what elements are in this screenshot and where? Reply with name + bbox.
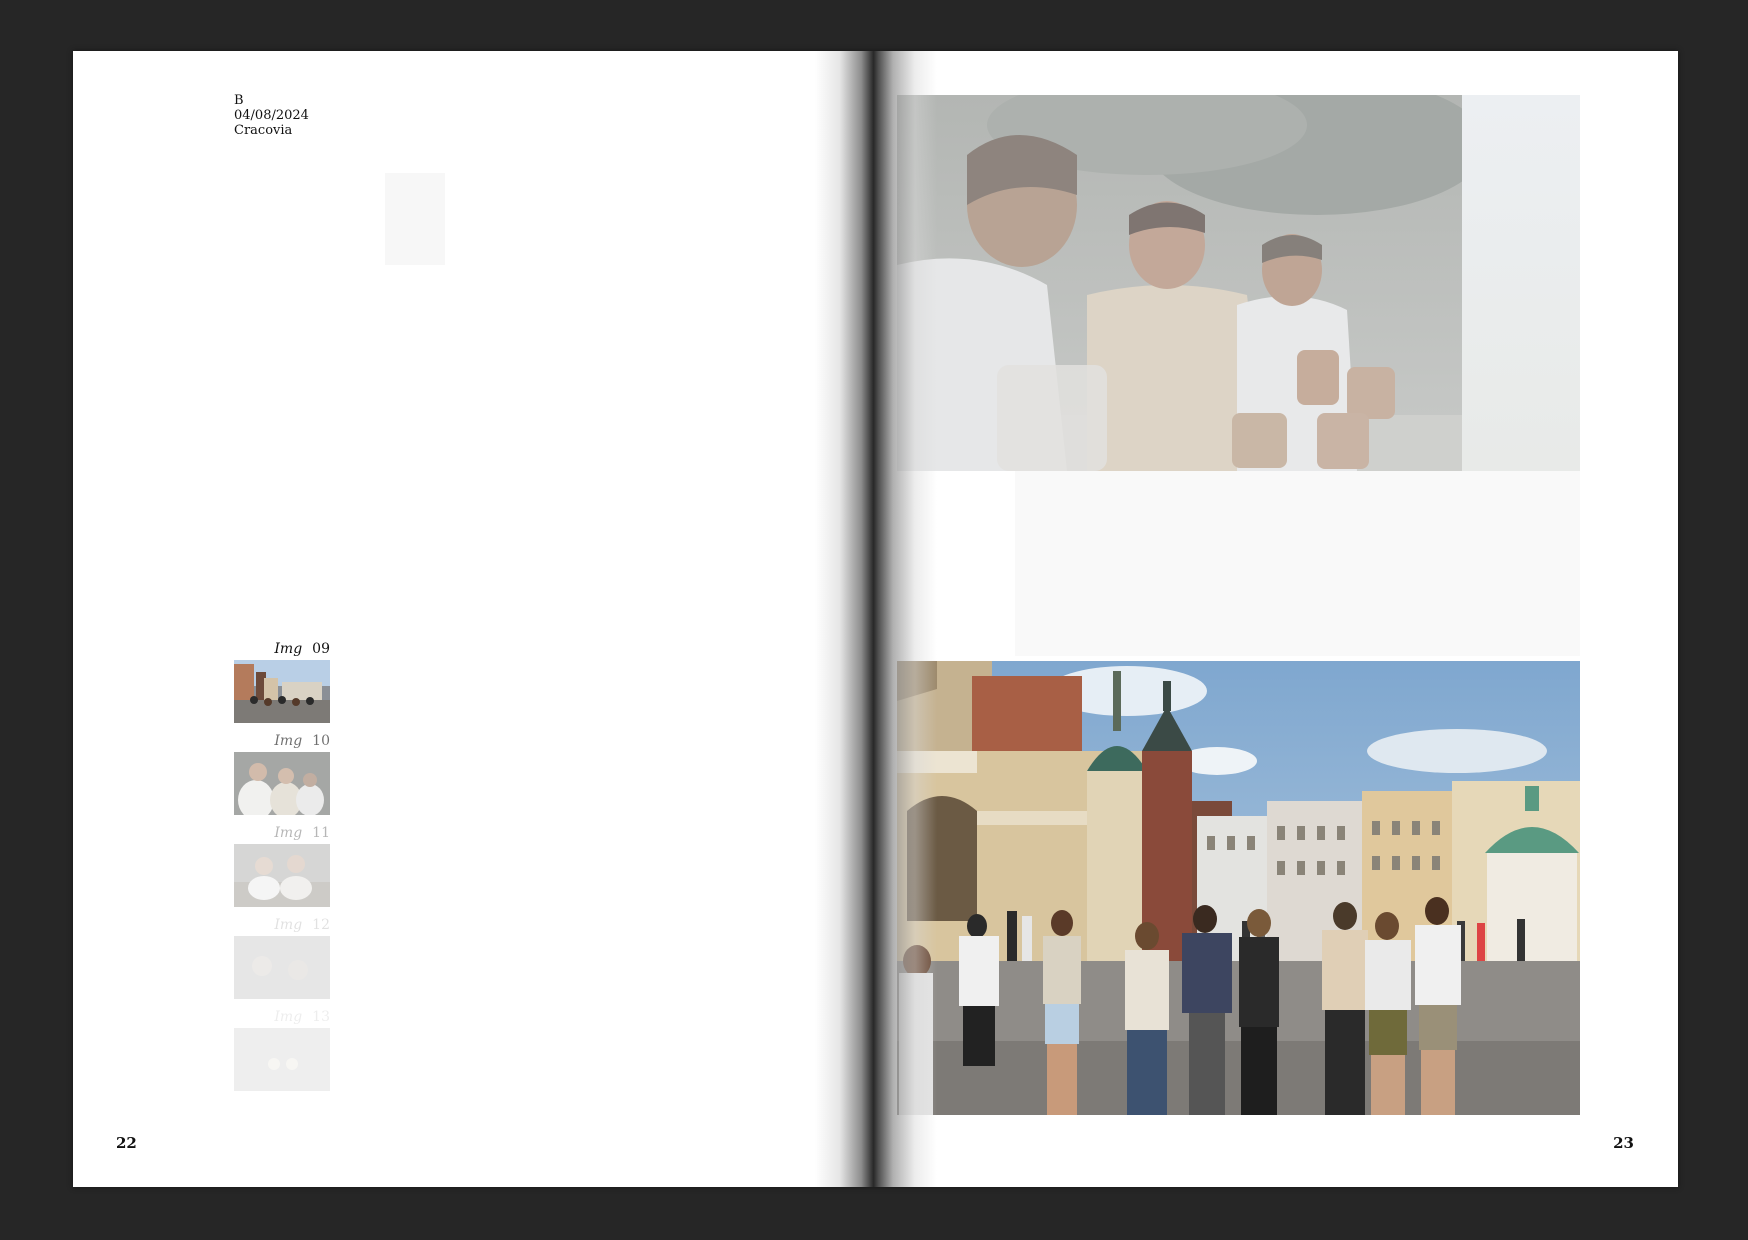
thumbnail-image-square[interactable] <box>234 660 330 723</box>
thumbnail-label: Img 12 <box>274 917 330 933</box>
thumbnail-prefix: Img <box>274 917 303 933</box>
thumbnail-item[interactable]: Img 13 <box>234 1009 330 1101</box>
thumbnail-number: 09 <box>312 641 330 657</box>
spine-fold-shadow <box>815 51 937 1187</box>
photo-edge-ghost <box>1462 95 1580 471</box>
thumbnail-image-dark[interactable] <box>234 1028 330 1091</box>
thumbnail-list: Img 09 Img 10 Img 11 Img 12 Img 13 <box>234 641 330 1101</box>
meta-date: 04/08/2024 <box>234 108 309 123</box>
thumbnail-number: 10 <box>312 733 330 749</box>
thumbnail-label: Img 09 <box>274 641 330 657</box>
thumbnail-prefix: Img <box>274 641 303 657</box>
magazine-spread: B 04/08/2024 Cracovia Img 09 Img 10 Img … <box>73 51 1678 1187</box>
thumbnail-item[interactable]: Img 12 <box>234 917 330 1009</box>
thumbnail-item[interactable]: Img 11 <box>234 825 330 917</box>
thumbnail-number: 11 <box>312 825 330 841</box>
thumbnail-number: 13 <box>312 1009 330 1025</box>
thumbnail-prefix: Img <box>274 1009 303 1025</box>
thumbnail-image-table[interactable] <box>234 844 330 907</box>
photo-meta: B 04/08/2024 Cracovia <box>234 93 309 138</box>
thumbnail-number: 12 <box>312 917 330 933</box>
page-number-left: 22 <box>116 1134 137 1152</box>
ghost-image-remnant <box>385 173 445 265</box>
thumbnail-prefix: Img <box>274 825 303 841</box>
thumbnail-prefix: Img <box>274 733 303 749</box>
thumbnail-label: Img 10 <box>274 733 330 749</box>
thumbnail-label: Img 13 <box>274 1009 330 1025</box>
photo-ghost-area <box>1015 471 1580 656</box>
thumbnail-item[interactable]: Img 09 <box>234 641 330 733</box>
thumbnail-image-friends[interactable] <box>234 752 330 815</box>
photo-krakow-square <box>897 661 1580 1115</box>
thumbnail-label: Img 11 <box>274 825 330 841</box>
thumbnail-image-night[interactable] <box>234 936 330 999</box>
meta-code: B <box>234 93 244 108</box>
photo-friends-faded <box>897 95 1462 471</box>
meta-place: Cracovia <box>234 123 293 138</box>
right-page: 23 <box>875 51 1678 1187</box>
page-number-right: 23 <box>1613 1134 1634 1152</box>
thumbnail-item[interactable]: Img 10 <box>234 733 330 825</box>
left-page: B 04/08/2024 Cracovia Img 09 Img 10 Img … <box>73 51 875 1187</box>
